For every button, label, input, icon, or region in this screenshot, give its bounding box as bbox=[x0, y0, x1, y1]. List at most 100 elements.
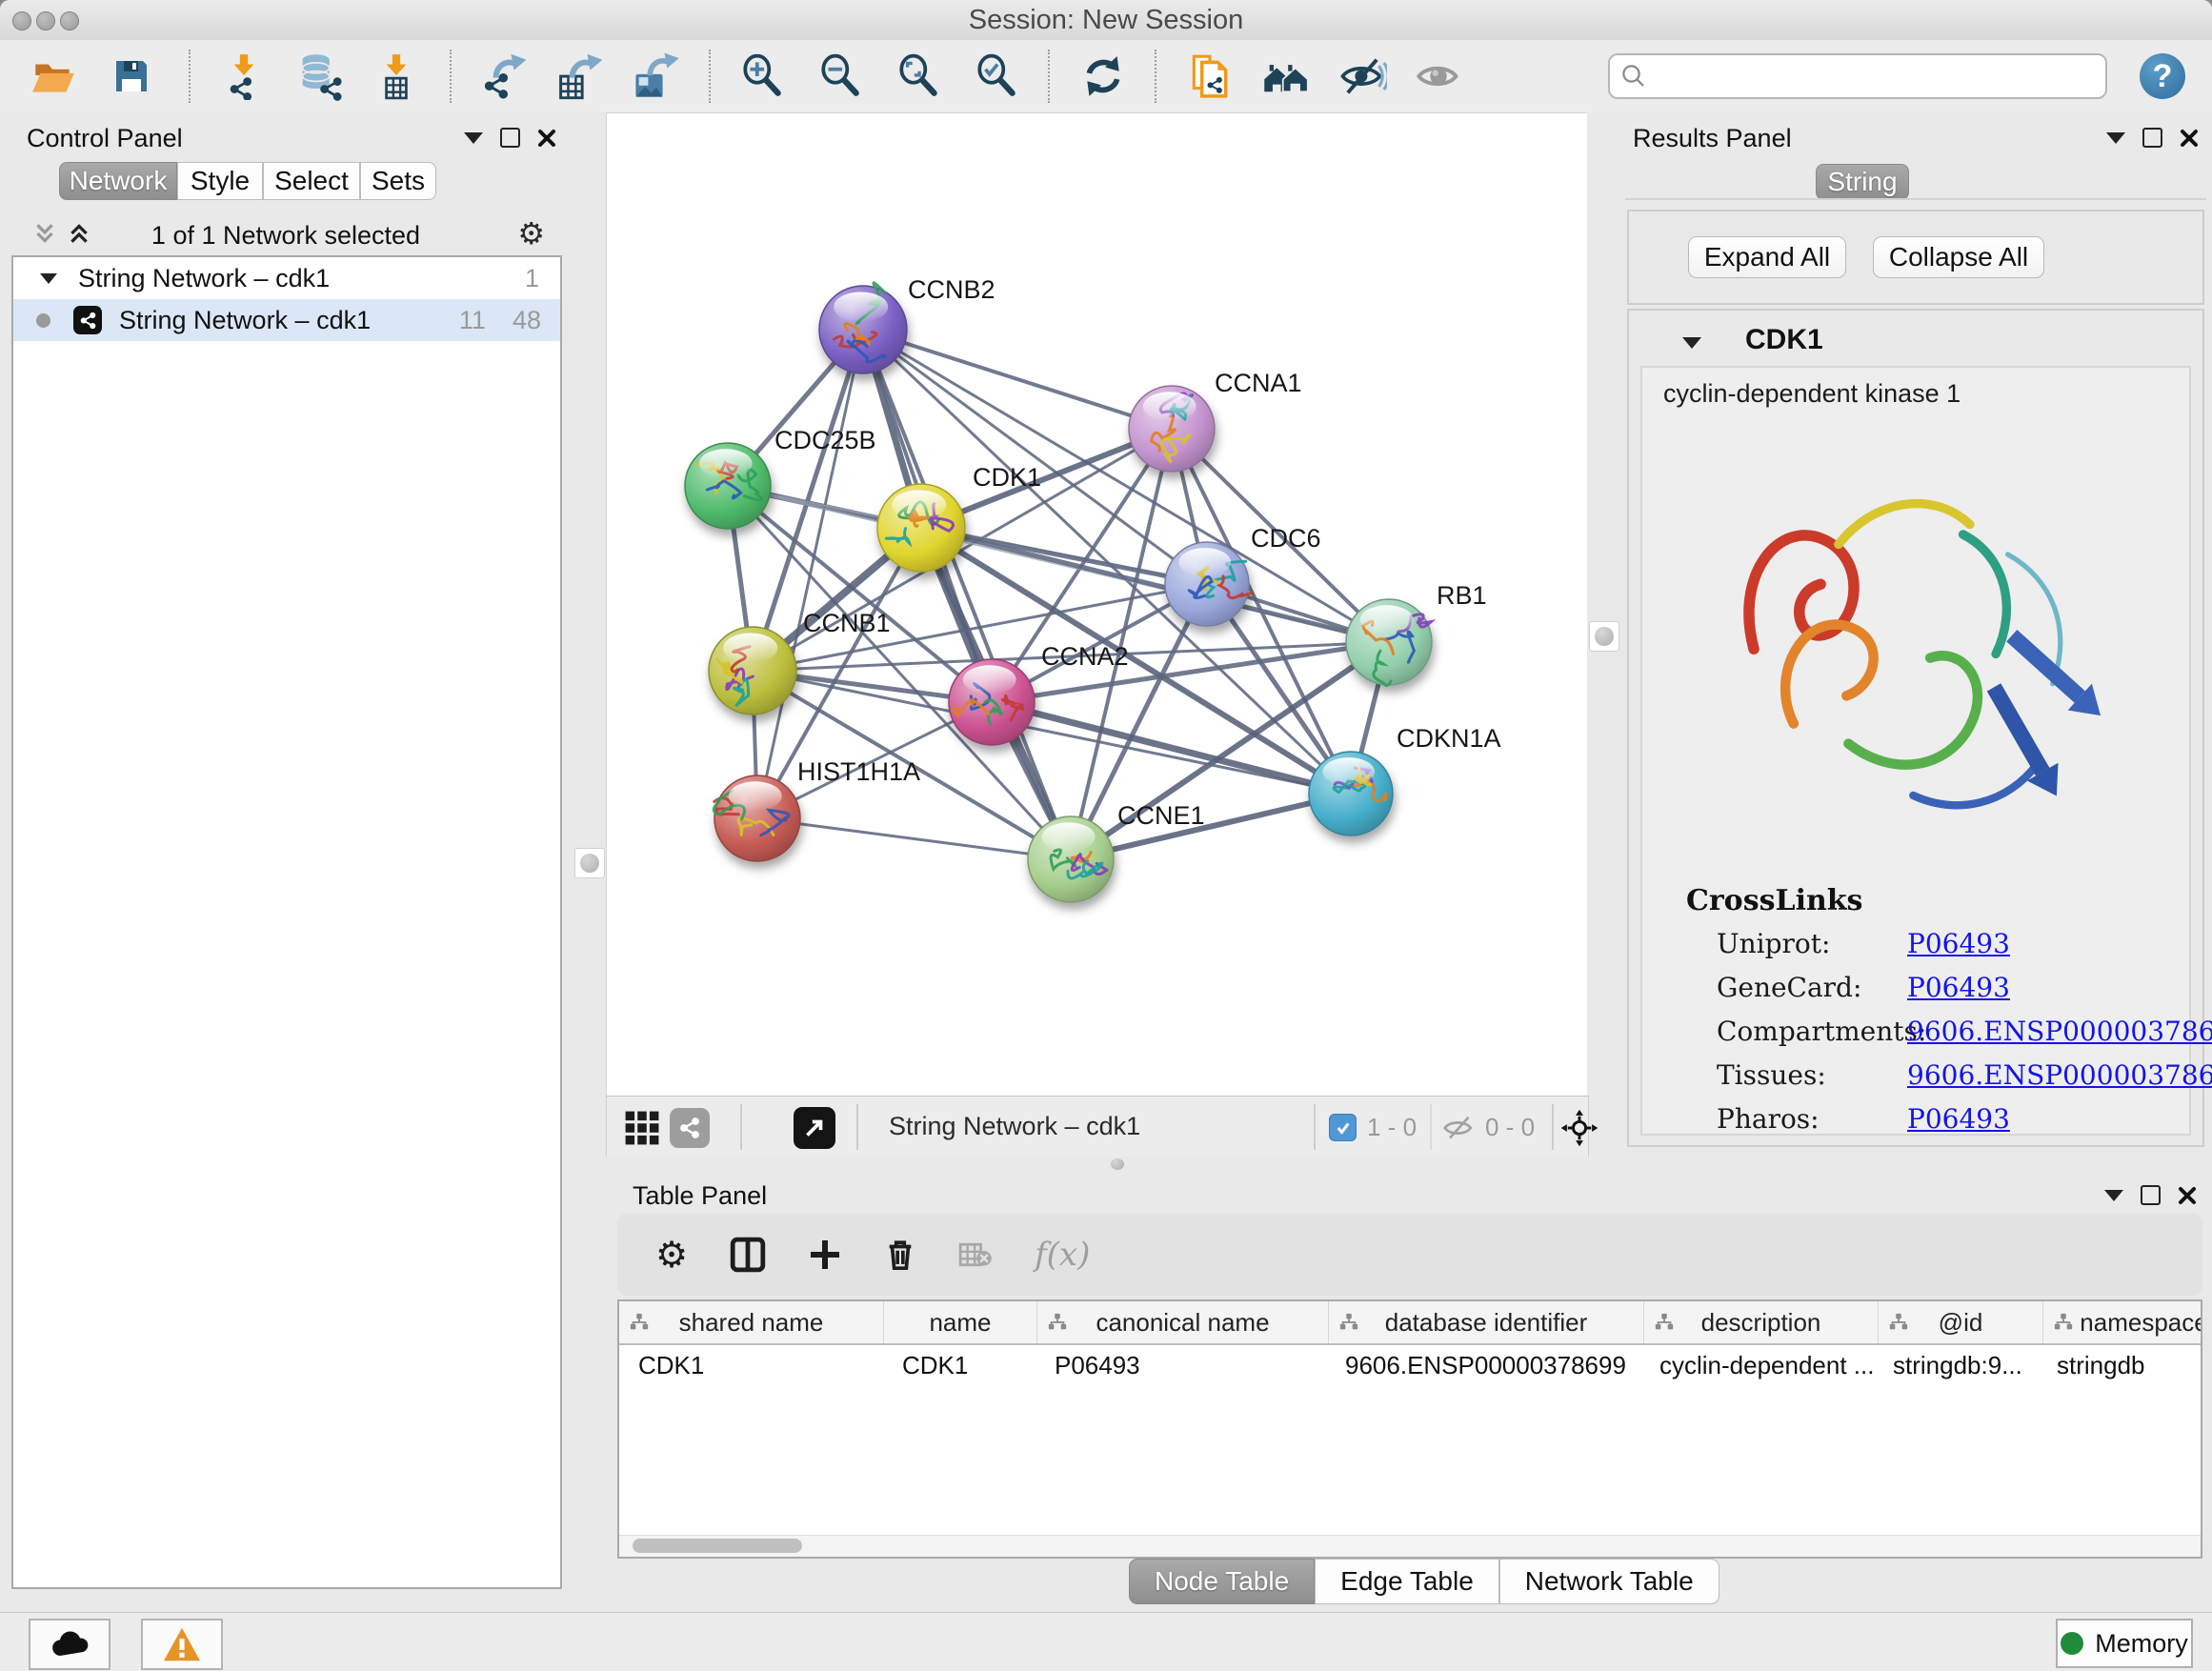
network-edge-CCNB2-CCNA1[interactable] bbox=[863, 330, 1172, 429]
crosslink-value-link[interactable]: 9606.ENSP00000378699 bbox=[1907, 1059, 2212, 1091]
warning-icon bbox=[162, 1626, 202, 1662]
export-table-icon[interactable] bbox=[554, 51, 604, 101]
table-horizontal-scrollbar[interactable] bbox=[619, 1535, 2201, 1557]
search-icon bbox=[1619, 62, 1648, 91]
table-cell[interactable]: stringdb:9... bbox=[1874, 1345, 2038, 1385]
duplicate-network-icon[interactable] bbox=[1185, 51, 1235, 101]
control-panel-title: Control Panel bbox=[27, 124, 183, 153]
string-style-icon[interactable] bbox=[670, 1108, 710, 1148]
network-node-CDC6[interactable]: CDC6 bbox=[1165, 524, 1321, 626]
network-node-CCNB2[interactable]: CCNB2 bbox=[819, 275, 995, 373]
delete-column-trash-icon[interactable] bbox=[884, 1236, 916, 1274]
table-cell[interactable]: 9606.ENSP00000378699 bbox=[1326, 1345, 1640, 1385]
crosslink-value-link[interactable]: P06493 bbox=[1907, 1103, 2010, 1135]
node-label-CCNB2: CCNB2 bbox=[908, 275, 995, 304]
open-session-icon[interactable] bbox=[29, 51, 78, 101]
table-panel-close-icon[interactable] bbox=[2178, 1186, 2197, 1205]
zoom-selected-icon[interactable] bbox=[972, 51, 1021, 101]
birdseye-grid-icon[interactable] bbox=[624, 1110, 660, 1146]
results-panel-maximize-icon[interactable] bbox=[2142, 128, 2162, 148]
network-row-selected[interactable]: String Network – cdk1 11 48 bbox=[13, 299, 560, 341]
column-header--id[interactable]: @id bbox=[1879, 1301, 2043, 1343]
column-header-canonical-name[interactable]: canonical name bbox=[1037, 1301, 1329, 1343]
tab-string[interactable]: String bbox=[1816, 164, 1909, 200]
crosslink-value-link[interactable]: P06493 bbox=[1907, 928, 2010, 959]
zoom-fit-icon[interactable] bbox=[894, 51, 943, 101]
refresh-view-icon[interactable] bbox=[1078, 51, 1128, 101]
network-node-HIST1H1A[interactable]: HIST1H1A bbox=[714, 757, 920, 861]
genemania-houses-icon[interactable] bbox=[1261, 51, 1311, 101]
memory-button[interactable]: Memory bbox=[2056, 1619, 2193, 1668]
crosslink-value-link[interactable]: P06493 bbox=[1907, 972, 2010, 1003]
zoom-in-icon[interactable] bbox=[737, 51, 787, 101]
results-actions-box: Expand All Collapse All bbox=[1627, 210, 2204, 305]
warnings-button[interactable] bbox=[141, 1619, 223, 1670]
table-cell[interactable]: cyclin-dependent ... bbox=[1640, 1345, 1874, 1385]
tab-network[interactable]: Network bbox=[59, 162, 177, 200]
control-panel-close-icon[interactable] bbox=[537, 129, 556, 148]
tab-sets[interactable]: Sets bbox=[360, 162, 436, 200]
results-panel-close-icon[interactable] bbox=[2180, 129, 2199, 148]
column-header-namespace[interactable]: namespace bbox=[2043, 1301, 2202, 1343]
table-cell[interactable]: CDK1 bbox=[619, 1345, 883, 1385]
create-column-plus-icon[interactable] bbox=[808, 1236, 842, 1274]
gene-disclosure-icon[interactable] bbox=[1682, 337, 1701, 349]
column-header-name[interactable]: name bbox=[884, 1301, 1037, 1343]
right-splitter[interactable] bbox=[1587, 112, 1619, 1172]
network-edge-CCNB2-RB1[interactable] bbox=[863, 330, 1389, 642]
hide-selected-eye-icon[interactable] bbox=[1337, 51, 1387, 101]
tab-style[interactable]: Style bbox=[177, 162, 263, 200]
show-columns-icon[interactable] bbox=[730, 1236, 766, 1274]
tab-node-table[interactable]: Node Table bbox=[1129, 1559, 1315, 1604]
network-view-toolbar: String Network – cdk1 1 - 0 0 - 0 bbox=[606, 1096, 1589, 1158]
table-options-gear-icon[interactable]: ⚙ bbox=[655, 1234, 688, 1276]
crosslink-row: GeneCard:P06493 bbox=[1717, 972, 2170, 1016]
collection-disclosure-icon[interactable] bbox=[40, 273, 57, 284]
table-panel-float-icon[interactable] bbox=[2104, 1190, 2123, 1201]
control-panel-float-icon[interactable] bbox=[464, 132, 483, 144]
control-panel-maximize-icon[interactable] bbox=[500, 128, 520, 148]
expand-all-button[interactable]: Expand All bbox=[1688, 236, 1846, 278]
results-panel-float-icon[interactable] bbox=[2106, 132, 2125, 144]
network-node-CDKN1A[interactable]: CDKN1A bbox=[1309, 724, 1501, 836]
cloud-status-button[interactable] bbox=[29, 1619, 111, 1670]
search-input[interactable] bbox=[1648, 61, 2096, 92]
network-collection-row[interactable]: String Network – cdk1 1 bbox=[13, 257, 560, 299]
network-edge-HIST1H1A-CCNE1[interactable] bbox=[757, 818, 1071, 859]
network-options-gear-icon[interactable]: ⚙ bbox=[517, 215, 545, 252]
column-header-shared-name[interactable]: shared name bbox=[619, 1301, 884, 1343]
help-button[interactable]: ? bbox=[2140, 53, 2185, 99]
column-header-database-identifier[interactable]: database identifier bbox=[1329, 1301, 1644, 1343]
export-network-icon[interactable] bbox=[478, 51, 528, 101]
column-header-description[interactable]: description bbox=[1644, 1301, 1879, 1343]
network-node-RB1[interactable]: RB1 bbox=[1346, 581, 1487, 685]
tab-network-table[interactable]: Network Table bbox=[1499, 1559, 1719, 1604]
table-cell[interactable]: stringdb bbox=[2038, 1345, 2202, 1385]
node-label-CCNA2: CCNA2 bbox=[1041, 642, 1129, 671]
show-all-eye-icon[interactable] bbox=[1414, 51, 1463, 101]
table-cell[interactable]: P06493 bbox=[1036, 1345, 1326, 1385]
crosslink-label: Uniprot: bbox=[1717, 928, 1830, 959]
collapse-all-button[interactable]: Collapse All bbox=[1873, 236, 2044, 278]
crosslinks-list: Uniprot:P06493GeneCard:P06493Compartment… bbox=[1717, 928, 2170, 1147]
export-image-icon[interactable] bbox=[631, 51, 680, 101]
table-row[interactable]: CDK1CDK1P064939606.ENSP00000378699cyclin… bbox=[619, 1345, 2201, 1385]
import-network-file-icon[interactable] bbox=[219, 51, 269, 101]
import-network-database-icon[interactable] bbox=[295, 51, 345, 101]
left-splitter[interactable] bbox=[572, 112, 606, 1612]
import-table-file-icon[interactable] bbox=[372, 51, 421, 101]
crosslink-value-link[interactable]: 9606.ENSP00000378699 bbox=[1907, 1016, 2212, 1047]
table-panel-maximize-icon[interactable] bbox=[2141, 1185, 2161, 1205]
save-session-icon[interactable] bbox=[107, 51, 156, 101]
tab-edge-table[interactable]: Edge Table bbox=[1315, 1559, 1499, 1604]
selected-checkbox-icon[interactable] bbox=[1329, 1114, 1357, 1141]
zoom-out-icon[interactable] bbox=[815, 51, 865, 101]
open-in-window-icon[interactable] bbox=[794, 1107, 835, 1149]
global-search-field[interactable] bbox=[1608, 53, 2107, 99]
table-cell[interactable]: CDK1 bbox=[883, 1345, 1036, 1385]
scrollbar-thumb[interactable] bbox=[633, 1539, 802, 1553]
tab-select[interactable]: Select bbox=[263, 162, 360, 200]
network-node-CCNA1[interactable]: CCNA1 bbox=[1129, 369, 1302, 472]
network-canvas[interactable]: CCNB2 CCNA1 CDC25B CDK1 CDC6 RB1 CCNB1 bbox=[606, 112, 1589, 1097]
fit-content-crosshair-icon[interactable] bbox=[1559, 1108, 1599, 1148]
